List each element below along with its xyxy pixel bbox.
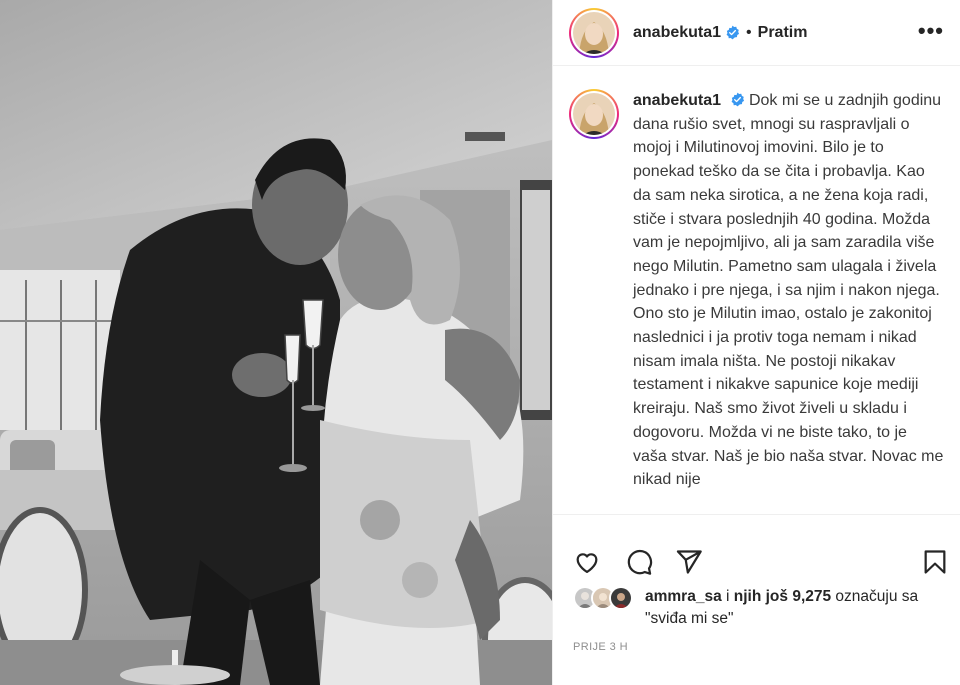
- avatar[interactable]: [569, 7, 619, 58]
- caption-avatar[interactable]: [569, 89, 619, 139]
- caption-text: anabekuta1 Dok mi se u zadnjih godinu da…: [633, 89, 945, 514]
- liker-avatar[interactable]: [609, 586, 633, 610]
- liker-username[interactable]: ammra_sa: [645, 588, 722, 605]
- caption-body: Dok mi se u zadnjih godinu dana rušio sv…: [633, 92, 944, 489]
- likes-connector: i: [721, 588, 734, 605]
- post-sidebar: anabekuta1 • Pratim ••• anabekuta1 Dok m…: [552, 0, 960, 685]
- more-options-icon[interactable]: •••: [918, 20, 944, 42]
- comment-icon[interactable]: [625, 548, 653, 576]
- likes-summary: ammra_sa i njih još 9,275 označuju sa "s…: [573, 586, 953, 630]
- paper-plane-icon[interactable]: [675, 548, 703, 576]
- bookmark-icon[interactable]: [921, 548, 949, 576]
- post-timestamp[interactable]: PRIJE 3 H: [573, 641, 628, 653]
- post-header: anabekuta1 • Pratim •••: [553, 0, 960, 66]
- verified-badge-icon: [725, 25, 740, 40]
- verified-badge-icon: [730, 91, 745, 107]
- following-button[interactable]: Pratim: [758, 24, 808, 42]
- likes-text: ammra_sa i njih još 9,275 označuju sa "s…: [645, 586, 953, 630]
- caption-username[interactable]: anabekuta1: [633, 92, 721, 109]
- post-photo[interactable]: [0, 0, 552, 685]
- caption-section: anabekuta1 Dok mi se u zadnjih godinu da…: [553, 67, 960, 514]
- header-username[interactable]: anabekuta1: [633, 24, 721, 42]
- caption-avatar-image: [573, 93, 615, 135]
- avatar-image: [573, 11, 615, 54]
- likes-count[interactable]: njih još 9,275: [734, 588, 831, 605]
- heart-icon[interactable]: [573, 548, 601, 576]
- separator-dot: •: [746, 23, 752, 41]
- liker-avatars: [573, 586, 639, 612]
- couple-photo-illustration: [0, 0, 552, 685]
- action-bar: [553, 514, 960, 588]
